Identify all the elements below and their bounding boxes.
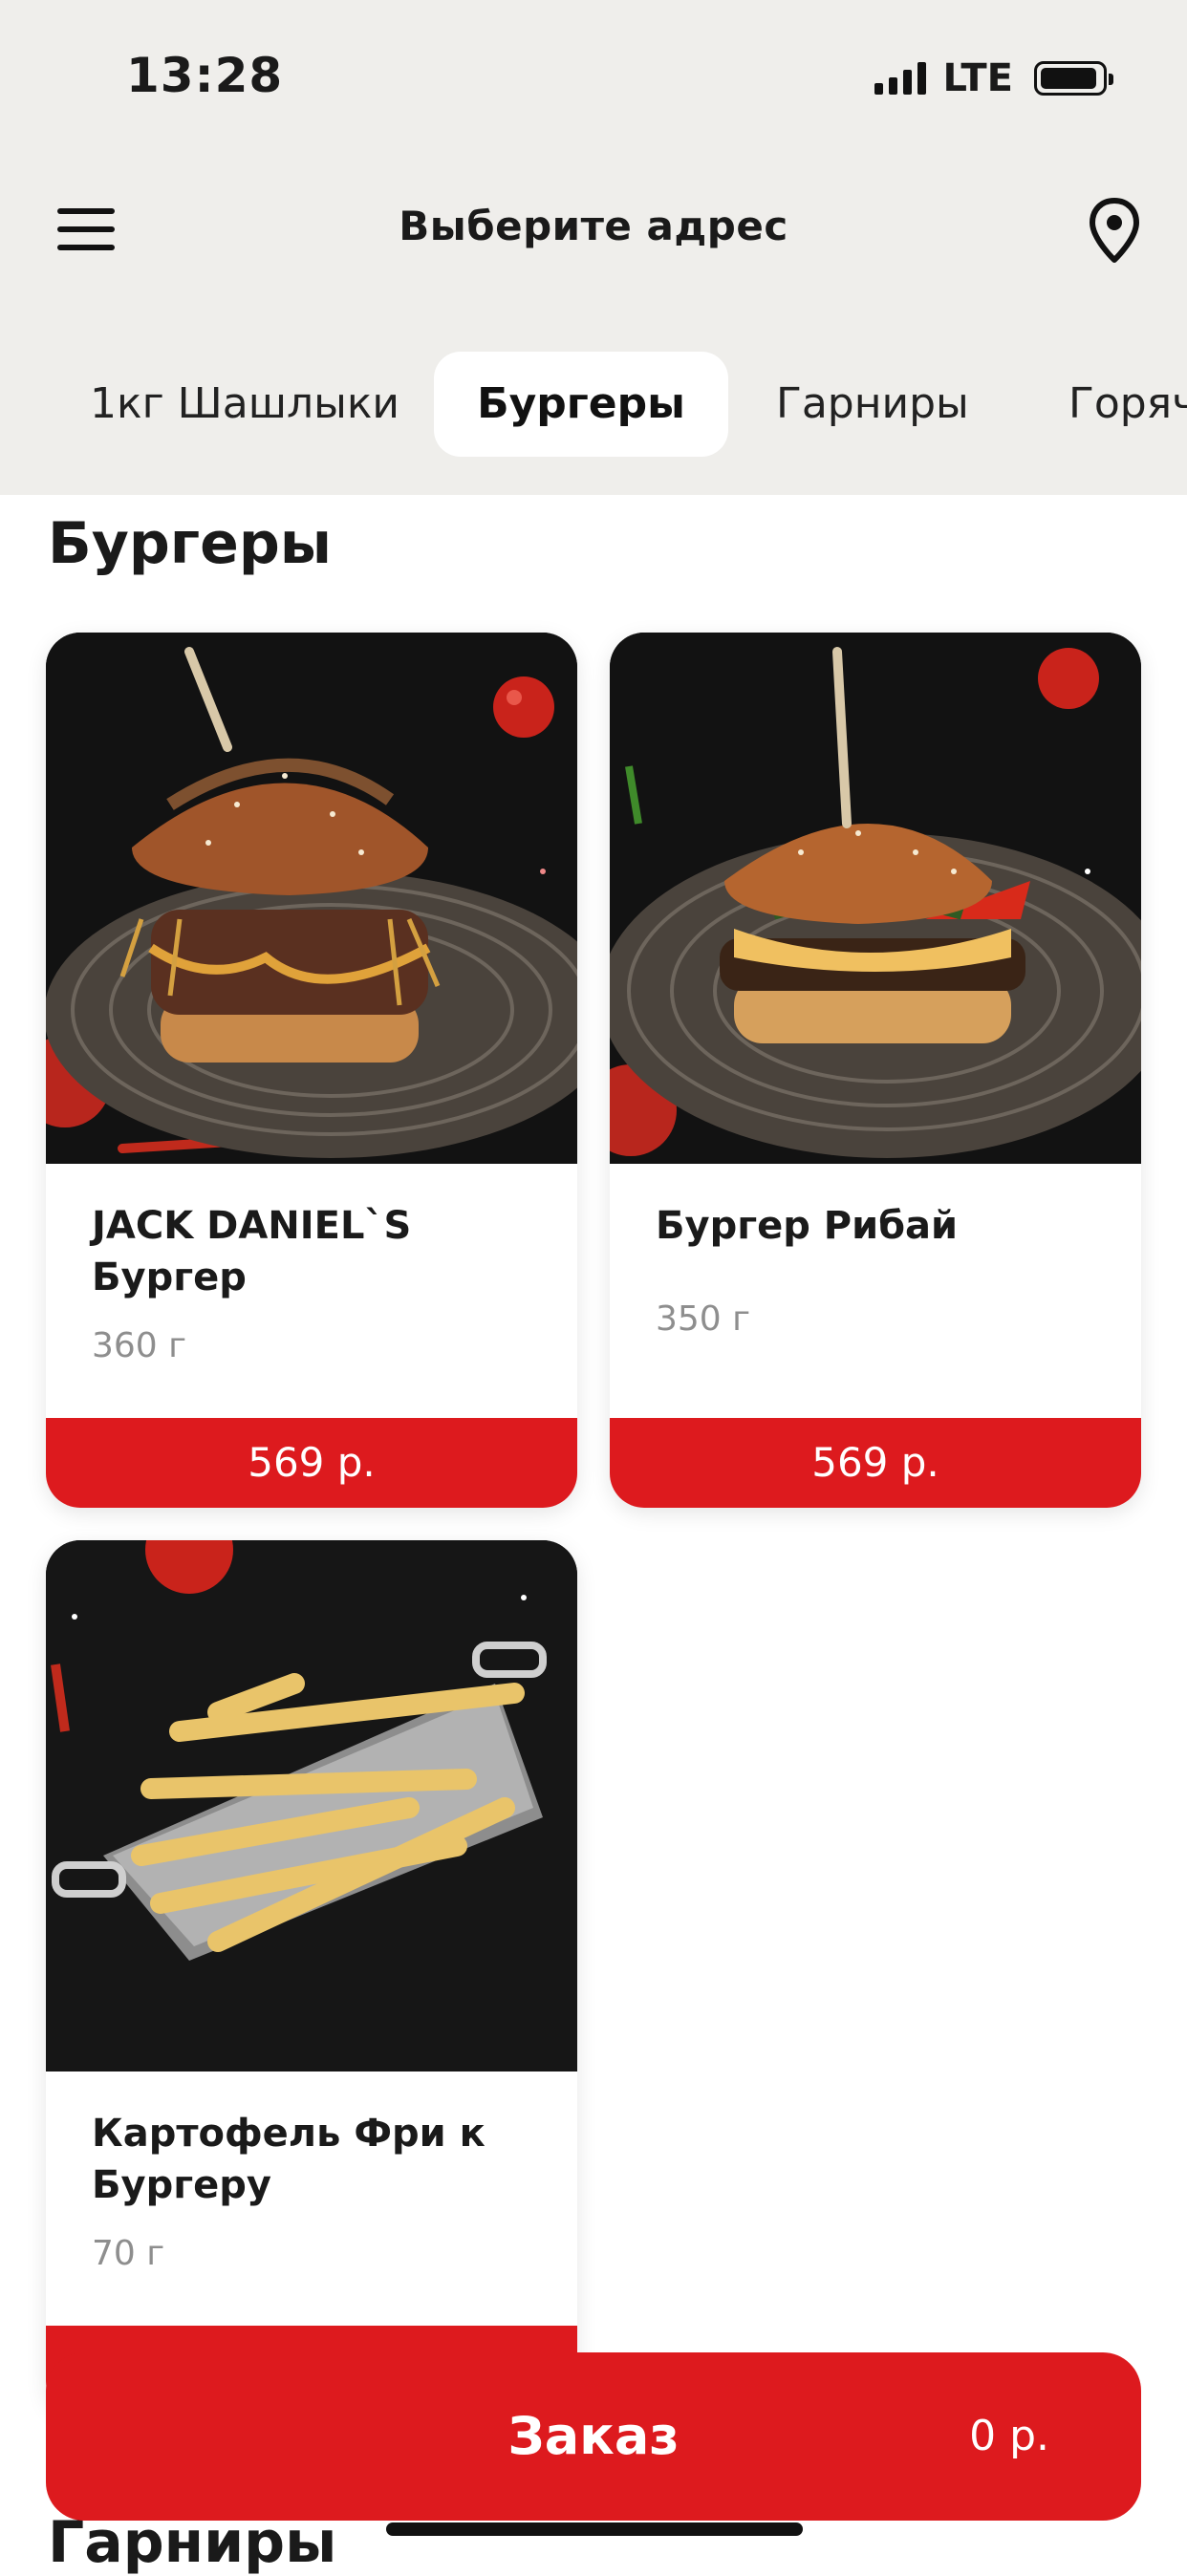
status-time: 13:28 [126, 48, 284, 103]
product-card-fries[interactable]: Картофель Фри к Бургеру 70 г [46, 1540, 577, 2415]
product-image [46, 1540, 577, 2072]
product-card-ribeye-burger[interactable]: Бургер Рибай 350 г 569 р. [610, 633, 1141, 1508]
product-price-button[interactable]: 569 р. [46, 1418, 577, 1508]
address-selector[interactable]: Выберите адрес [0, 203, 1187, 249]
product-card-jack-daniels[interactable]: JACK DANIEL`S Бургер 360 г 569 р. [46, 633, 577, 1508]
category-tabs: 1кг Шашлыки Бургеры Гарниры Горяч [0, 352, 1187, 457]
battery-icon [1034, 61, 1113, 96]
order-button[interactable]: Заказ 0 р. [46, 2352, 1141, 2521]
status-indicators: LTE [874, 56, 1113, 100]
product-name: JACK DANIEL`S Бургер [92, 1204, 412, 1299]
product-weight: 360 г [92, 1326, 187, 1365]
product-name: Картофель Фри к Бургеру [92, 2112, 486, 2207]
order-total: 0 р. [969, 2412, 1049, 2460]
product-weight: 70 г [92, 2234, 165, 2273]
signal-icon [874, 62, 926, 95]
product-image [610, 633, 1141, 1164]
tab-burgers[interactable]: Бургеры [434, 352, 728, 457]
product-weight: 350 г [656, 1299, 751, 1339]
product-price-button[interactable]: 569 р. [610, 1418, 1141, 1508]
home-indicator[interactable] [386, 2522, 803, 2536]
tab-shashlyki[interactable]: 1кг Шашлыки [42, 352, 447, 457]
product-name: Бургер Рибай [656, 1204, 959, 1248]
top-area: 13:28 LTE Выберите адрес 1кг Шашлыки Бур… [0, 0, 1187, 495]
tab-hot-dishes[interactable]: Горяч [1021, 352, 1187, 457]
location-pin-icon[interactable] [1088, 197, 1141, 266]
product-image [46, 633, 577, 1164]
network-type: LTE [942, 56, 1013, 100]
tab-garniry[interactable]: Гарниры [728, 352, 1017, 457]
section-title: Бургеры [48, 510, 333, 577]
